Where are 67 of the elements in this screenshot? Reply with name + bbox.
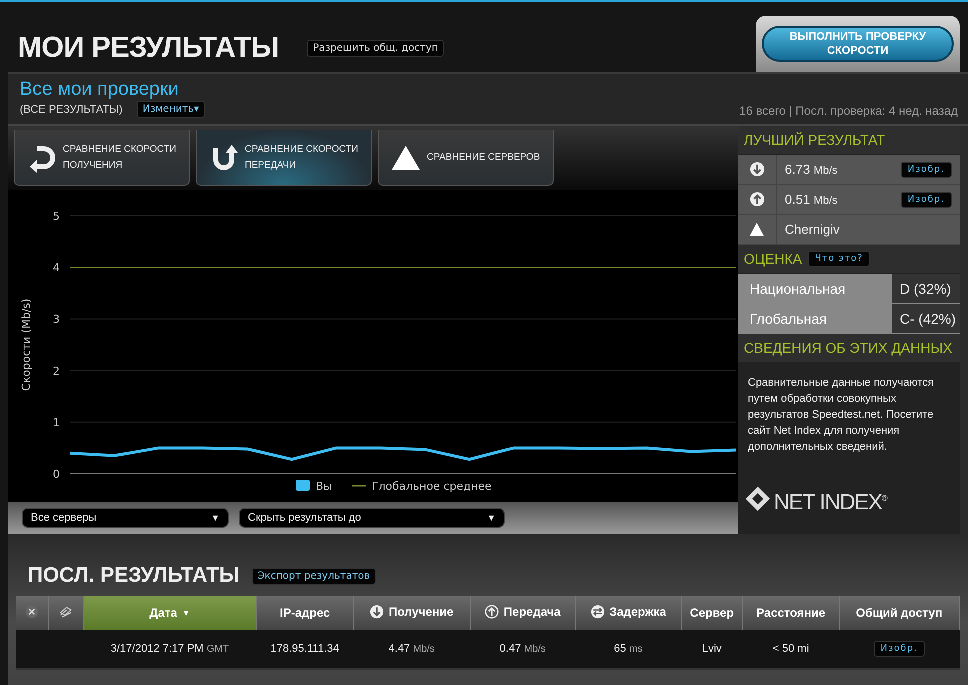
sidebar-heading: СВЕДЕНИЯ ОБ ЭТИХ ДАННЫХ — [738, 334, 960, 363]
column-header[interactable]: Задержка — [576, 596, 682, 630]
best-value: 6.73 Mb/s — [785, 162, 838, 177]
grade-value: C- (42%) — [892, 304, 960, 333]
section-title: Все мои проверки — [20, 79, 180, 101]
best-value: 0.51 Mb/s — [785, 192, 838, 207]
comparison-tab[interactable]: СРАВНЕНИЕ СЕРВЕРОВ — [378, 130, 554, 186]
legend-label: Глобальное среднее — [372, 480, 492, 493]
legend-swatch — [296, 480, 310, 491]
grade-value: D (32%) — [892, 274, 960, 303]
legend-label: Вы — [316, 480, 332, 493]
comparison-tab[interactable]: СРАВНЕНИЕ СКОРОСТИ ПОЛУЧЕНИЯ — [14, 130, 190, 186]
column-header[interactable]: Получение — [354, 596, 470, 630]
upload-icon — [484, 604, 499, 618]
image-button[interactable]: Изобр. — [900, 162, 952, 178]
download-icon — [370, 604, 384, 618]
y-tick-label: 5 — [53, 210, 60, 223]
table-cell: 0.47 Mb/s — [470, 630, 576, 669]
table-cell: 3/17/2012 7:17 PM GMT — [84, 630, 256, 669]
column-header[interactable]: IP-адрес — [256, 596, 354, 630]
test-stats: 16 всего | Посл. проверка: 4 нед. назад — [740, 104, 958, 118]
y-tick-label: 2 — [53, 364, 60, 378]
column-header[interactable]: Расстояние — [742, 596, 840, 630]
logo-text: NET INDEX$^{®}$ — [774, 488, 887, 516]
table-cell: 65 ms — [576, 630, 682, 669]
legend-line — [352, 485, 366, 487]
page-title: МОИ РЕЗУЛЬТАТЫ — [18, 32, 280, 64]
comparison-tab[interactable]: СРАВНЕНИЕ СКОРОСТИ ПЕРЕДАЧИ — [196, 130, 372, 186]
close-icon — [25, 604, 39, 618]
column-header[interactable]: Сервер — [681, 596, 743, 630]
table-cell: < 50 mi — [742, 630, 840, 669]
change-button[interactable]: Изменить▾ — [136, 101, 206, 118]
info-paragraph: Сравнительные данные получаются путем обработки совокупных результатов Speedtest.net. Посетите сайт Net Index для получения дополнительных сведений. — [738, 363, 960, 475]
y-axis-label: Скорости (Mb/s) — [20, 298, 33, 392]
column-header[interactable] — [16, 596, 48, 630]
y-tick-label: 3 — [53, 313, 60, 326]
column-header[interactable] — [48, 596, 84, 630]
help-button[interactable]: Что это? — [808, 251, 870, 267]
best-value: Chernigiv — [785, 222, 841, 237]
table-cell: 178.95.111.34 — [256, 630, 354, 669]
share-button[interactable]: Разрешить общ. доступ — [307, 40, 444, 56]
filter-dropdown[interactable]: Все серверы ▼ — [22, 508, 229, 528]
download-icon — [750, 162, 764, 177]
column-header[interactable]: Общий доступ — [839, 596, 960, 630]
y-tick-label: 0 — [53, 468, 60, 481]
export-button[interactable]: Экспорт результатов — [252, 568, 376, 584]
filter-dropdown[interactable]: Скрыть результаты до ▼ — [239, 508, 505, 528]
upload-icon — [750, 192, 764, 207]
diamond-logo-icon — [744, 485, 772, 513]
sidebar-heading: ОЦЕНКА — [744, 251, 802, 267]
grade-label: Глобальная — [738, 304, 892, 333]
y-tick-label: 1 — [53, 416, 60, 430]
image-button[interactable]: Изобр. — [900, 192, 952, 208]
grade-label: Национальная — [738, 274, 892, 303]
table-cell: Lviv — [681, 630, 743, 669]
ping-arrows-icon — [590, 604, 605, 618]
triangle-icon — [749, 222, 765, 237]
column-header[interactable]: Передача — [470, 596, 576, 630]
stack-icon — [58, 604, 74, 618]
run-test-button[interactable]: ВЫПОЛНИТЬ ПРОВЕРКУ СКОРОСТИ — [762, 26, 954, 62]
y-tick-label: 4 — [53, 262, 60, 275]
sidebar-heading: ЛУЧШИЙ РЕЗУЛЬТАТ — [738, 126, 960, 155]
table-cell: 4.47 Mb/s — [354, 630, 470, 669]
image-button[interactable]: Изобр. — [874, 641, 925, 657]
filter-label: (ВСЕ РЕЗУЛЬТАТЫ) — [20, 104, 123, 116]
section-title: ПОСЛ. РЕЗУЛЬТАТЫ — [28, 564, 240, 588]
column-header[interactable]: Дата ▼ — [84, 596, 256, 630]
